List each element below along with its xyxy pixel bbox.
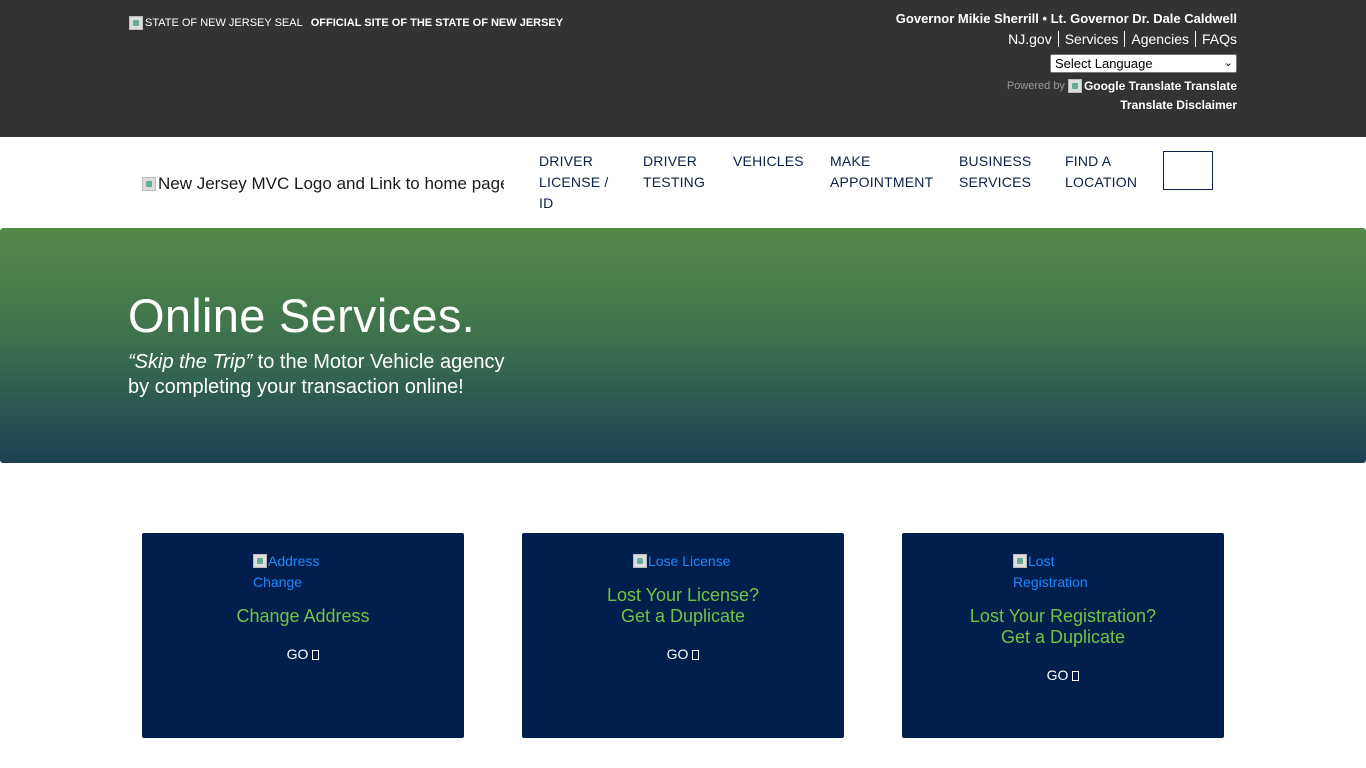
card-lost-registration[interactable]: Lost Registration Lost Your Registration… (902, 533, 1224, 738)
nav-driver-testing[interactable]: DRIVER TESTING (643, 151, 705, 193)
broken-image-icon (633, 554, 647, 568)
card-title-line: Change Address (236, 606, 370, 626)
card-title: Lost Your Registration? Get a Duplicate (902, 606, 1224, 648)
address-change-image: Address Change (253, 551, 319, 593)
link-faqs[interactable]: FAQs (1196, 31, 1237, 47)
hero-subtitle-line1-rest: to the Motor Vehicle agency (252, 351, 505, 373)
link-services[interactable]: Services (1059, 31, 1126, 47)
search-button[interactable] (1163, 151, 1213, 190)
card-title-line: Lost Your Registration? (969, 606, 1157, 626)
arrow-right-icon (1072, 671, 1080, 681)
img-alt-line: Change (253, 574, 303, 590)
lost-registration-image: Lost Registration (1013, 551, 1088, 593)
powered-by-label: Powered by (1006, 80, 1065, 92)
hero-subtitle: “Skip the Trip” to the Motor Vehicle age… (128, 350, 504, 400)
chevron-down-icon: ⌄ (1223, 57, 1233, 69)
go-button[interactable]: GO (902, 667, 1224, 683)
link-agencies[interactable]: Agencies (1125, 31, 1196, 47)
broken-image-icon (129, 16, 143, 30)
language-select[interactable]: Select Language ⌄ (1050, 54, 1237, 73)
mvc-logo-alt: New Jersey MVC Logo and Link to home pag… (158, 174, 504, 193)
nav-vehicles[interactable]: VEHICLES (733, 151, 804, 172)
nav-line: BUSINESS (959, 153, 1032, 169)
nav-line: LOCATION (1065, 174, 1138, 190)
go-label: GO (1046, 667, 1069, 683)
mvc-logo-link[interactable]: New Jersey MVC Logo and Link to home pag… (142, 173, 504, 195)
official-site-text: OFFICIAL SITE OF THE STATE OF NEW JERSEY (310, 17, 564, 29)
nav-find-location[interactable]: FIND A LOCATION (1065, 151, 1137, 193)
hero-title: Online Services. (128, 289, 475, 342)
nav-line: APPOINTMENT (830, 174, 934, 190)
hero-banner: Online Services. “Skip the Trip” to the … (0, 228, 1366, 463)
img-alt-line: Lost (1028, 553, 1055, 569)
nav-line: MAKE (830, 153, 871, 169)
card-title-line: Get a Duplicate (1000, 627, 1126, 647)
nav-line: SERVICES (959, 174, 1032, 190)
nav-make-appointment[interactable]: MAKE APPOINTMENT (830, 151, 933, 193)
broken-image-icon (253, 554, 267, 568)
google-translate-logo[interactable]: Google Translate (1067, 79, 1182, 93)
language-select-value: Select Language (1055, 56, 1153, 71)
arrow-right-icon (312, 650, 320, 660)
top-links: NJ.gov Services Agencies FAQs (1008, 31, 1237, 47)
link-njgov[interactable]: NJ.gov (1008, 31, 1059, 47)
nav-business-services[interactable]: BUSINESS SERVICES (959, 151, 1031, 193)
img-alt-line: Address (268, 553, 320, 569)
powered-by: Powered by Google Translate Translate (1007, 79, 1237, 93)
img-alt-line: Lose License (648, 553, 731, 569)
broken-image-icon (1067, 79, 1082, 93)
state-seal-image[interactable]: STATE OF NEW JERSEY SEAL (129, 16, 303, 30)
img-alt-line: Registration (1013, 574, 1088, 590)
broken-image-icon (1013, 554, 1027, 568)
go-button[interactable]: GO (142, 646, 464, 662)
card-title-line: Lost Your License? (606, 585, 760, 605)
card-title: Change Address (142, 606, 464, 627)
site-header: New Jersey MVC Logo and Link to home pag… (0, 137, 1366, 228)
skip-the-trip: “Skip the Trip” (128, 351, 253, 373)
nav-line: ID (539, 195, 554, 211)
translate-label[interactable]: Translate (1184, 79, 1237, 93)
nav-line: TESTING (643, 174, 706, 190)
state-bar: STATE OF NEW JERSEY SEAL OFFICIAL SITE O… (0, 0, 1366, 137)
arrow-right-icon (692, 650, 700, 660)
state-seal-alt: STATE OF NEW JERSEY SEAL (145, 17, 303, 29)
nav-line: LICENSE / (539, 174, 609, 190)
go-button[interactable]: GO (522, 646, 844, 662)
google-translate-alt: Google Translate (1083, 79, 1182, 93)
card-title: Lost Your License? Get a Duplicate (522, 585, 844, 627)
state-seal[interactable]: STATE OF NEW JERSEY SEAL OFFICIAL SITE O… (129, 16, 563, 30)
governor-text: Governor Mikie Sherrill • Lt. Governor D… (895, 11, 1237, 26)
hero-subtitle-line1: “Skip the Trip” to the Motor Vehicle age… (128, 350, 504, 375)
lose-license-image: Lose License (633, 551, 731, 572)
card-change-address[interactable]: Address Change Change Address GO (142, 533, 464, 738)
nav-driver-license[interactable]: DRIVER LICENSE / ID (539, 151, 609, 214)
broken-image-icon (142, 177, 156, 191)
hero-subtitle-line2: by completing your transaction online! (128, 376, 464, 398)
go-label: GO (286, 646, 309, 662)
nav-line: VEHICLES (733, 153, 804, 169)
nav-line: DRIVER (643, 153, 698, 169)
nav-line: FIND A (1065, 153, 1112, 169)
card-lost-license[interactable]: Lose License Lost Your License? Get a Du… (522, 533, 844, 738)
translate-disclaimer-link[interactable]: Translate Disclaimer (1120, 98, 1237, 112)
go-label: GO (666, 646, 689, 662)
nav-line: DRIVER (539, 153, 594, 169)
card-title-line: Get a Duplicate (620, 606, 746, 626)
